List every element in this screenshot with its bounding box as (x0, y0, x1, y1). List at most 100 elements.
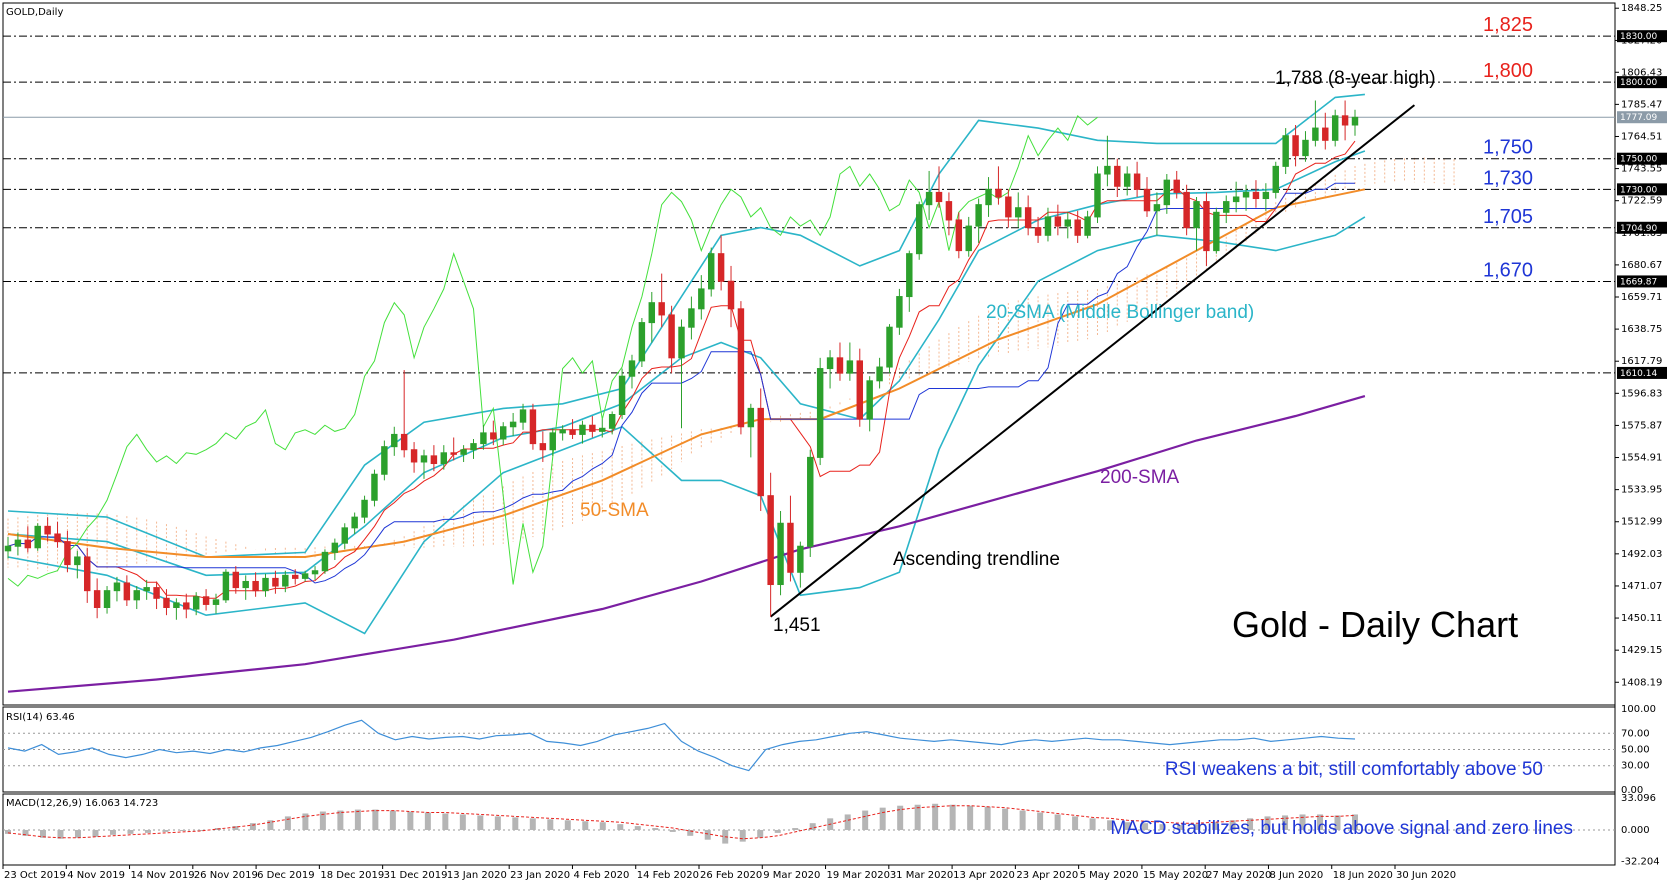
x-tick-label: 14 Nov 2019 (131, 870, 195, 881)
macd-bar (1089, 818, 1096, 830)
candle-body (1044, 216, 1052, 236)
candle-body (361, 499, 368, 518)
x-tick-label: 13 Jan 2020 (447, 870, 507, 881)
candle-body (668, 314, 675, 359)
candle-body (192, 596, 200, 610)
candle-body (4, 545, 12, 552)
macd-bar (774, 829, 781, 833)
macd-bar (442, 813, 449, 830)
macd-bar (669, 829, 676, 832)
candle-body (420, 455, 428, 463)
macd-bar (564, 820, 571, 830)
x-tick-label: 23 Oct 2019 (4, 870, 66, 881)
y-tick-label: 1848.25 (1621, 3, 1662, 14)
candle-body (163, 597, 170, 609)
candle-body (658, 302, 665, 316)
candle-body (579, 424, 586, 435)
candle-body (262, 577, 269, 592)
x-tick-label: 4 Feb 2020 (573, 870, 629, 881)
candle-body (222, 571, 230, 601)
x-tick-label: 5 May 2020 (1080, 870, 1139, 881)
macd-bar (512, 817, 519, 830)
candle-body (1015, 207, 1022, 218)
candle-body (1153, 204, 1161, 212)
candle-body (1302, 139, 1309, 157)
candle-body (826, 357, 834, 370)
price-tag-label: 1669.87 (1620, 277, 1657, 287)
candle-body (698, 288, 705, 310)
macd-bar (144, 829, 151, 833)
macd-bar (704, 829, 711, 840)
macd-label: MACD(12,26,9) 16.063 14.723 (6, 798, 158, 809)
candle-body (1114, 165, 1121, 187)
candle-body (1094, 173, 1101, 218)
macd-bar (984, 806, 991, 830)
level-label: 1,800 (1483, 60, 1533, 82)
candle-body (1262, 191, 1270, 200)
macd-bar (407, 811, 414, 830)
candle-body (440, 452, 448, 465)
candle-body (777, 522, 784, 586)
x-tick-label: 26 Feb 2020 (700, 870, 762, 881)
price-tag-label: 1800.00 (1620, 78, 1657, 88)
candle-body (183, 602, 190, 610)
candle-body (54, 533, 61, 543)
candle-body (965, 225, 972, 252)
candle-body (202, 596, 210, 605)
candle-body (747, 407, 755, 428)
candle-body (470, 443, 477, 451)
macd-tick-label: 33.096 (1621, 793, 1656, 804)
macd-bar (879, 807, 886, 830)
x-tick-label: 30 Jun 2020 (1396, 870, 1456, 881)
candle-body (559, 429, 566, 434)
rsi-label: RSI(14) 63.46 (6, 712, 75, 723)
candle-body (430, 455, 438, 465)
macd-tick-label: 0.000 (1621, 825, 1650, 836)
candle-body (1282, 135, 1289, 167)
candle-body (797, 545, 804, 573)
candle-body (985, 188, 992, 206)
y-tick-label: 1722.59 (1621, 196, 1662, 207)
x-tick-label: 19 Mar 2020 (827, 870, 890, 881)
candle-body (1312, 127, 1319, 141)
y-tick-label: 1659.71 (1621, 292, 1662, 303)
candle-body (74, 556, 81, 566)
macd-bar (844, 814, 851, 830)
candle-body (64, 541, 71, 566)
candle-body (381, 446, 388, 475)
macd-bar (967, 805, 974, 830)
x-tick-label: 26 Nov 2019 (194, 870, 258, 881)
y-tick-label: 1533.95 (1621, 485, 1662, 496)
candle-body (886, 326, 893, 368)
candle-body (232, 571, 240, 589)
rsi-tick-label: 100.00 (1621, 704, 1656, 715)
annotation-trendline: Ascending trendline (893, 549, 1060, 570)
macd-bar (459, 814, 466, 830)
candle-body (896, 296, 903, 328)
macd-bar (932, 803, 939, 830)
candle-body (93, 590, 101, 609)
y-tick-label: 1596.83 (1621, 388, 1662, 399)
macd-bar (1072, 816, 1079, 830)
level-label: 1,670 (1483, 259, 1533, 281)
macd-bar (162, 829, 169, 832)
candle-body (569, 429, 576, 435)
macd-bar (284, 816, 291, 830)
x-tick-label: 23 Apr 2020 (1016, 870, 1078, 881)
candle-body (539, 443, 547, 451)
macd-bar (389, 810, 396, 830)
candle-body (331, 542, 339, 553)
candle-body (1213, 211, 1220, 252)
x-tick-label: 14 Feb 2020 (637, 870, 699, 881)
macd-bar (949, 804, 956, 830)
candle-body (1341, 115, 1349, 126)
macd-bar (617, 824, 624, 830)
candle-body (1064, 219, 1071, 227)
candle-body (272, 577, 279, 587)
candle-body (906, 253, 913, 298)
rsi-tick-label: 50.00 (1621, 745, 1650, 756)
macd-bar (372, 809, 379, 830)
level-label: 1,730 (1483, 167, 1533, 189)
candle-body (846, 360, 854, 374)
candle-body (84, 556, 91, 592)
